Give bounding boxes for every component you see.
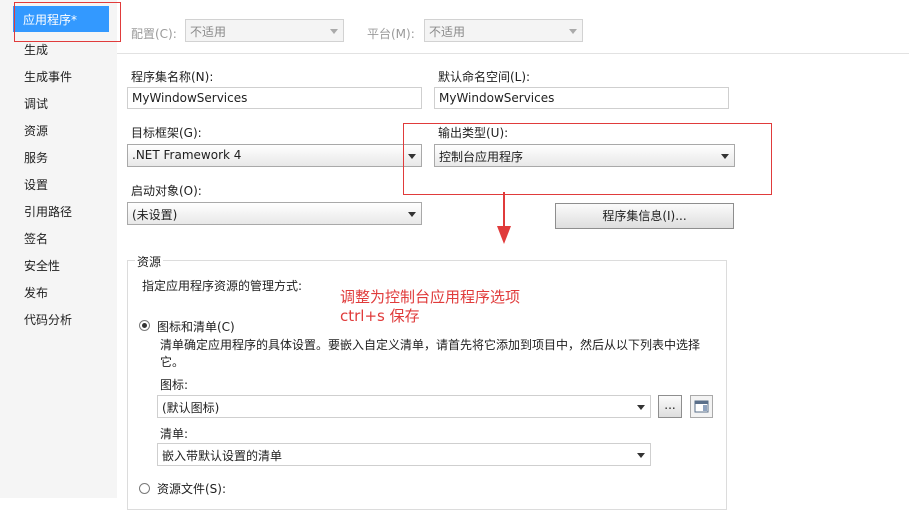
resources-intro: 指定应用程序资源的管理方式: — [142, 279, 303, 293]
manifest-select[interactable]: 嵌入带默认设置的清单 — [157, 443, 651, 466]
chevron-down-icon — [569, 29, 577, 34]
annotation-line-1: 调整为控制台应用程序选项 — [340, 288, 521, 306]
startup-object-value: (未设置) — [132, 208, 178, 222]
sidebar-item-signing[interactable]: 签名 — [24, 230, 48, 247]
default-namespace-label: 默认命名空间(L): — [438, 70, 531, 84]
highlight-box-sidebar — [14, 2, 121, 42]
highlight-box-output-type — [403, 123, 772, 195]
browse-icon-button[interactable]: ... — [658, 395, 682, 418]
icon-manifest-radio[interactable] — [139, 320, 150, 331]
target-framework-label: 目标框架(G): — [131, 126, 202, 140]
toolbar-divider — [117, 53, 909, 54]
sidebar-item-services[interactable]: 服务 — [24, 149, 48, 166]
sidebar-item-debug[interactable]: 调试 — [24, 95, 48, 112]
chevron-down-icon — [637, 453, 645, 458]
icon-select-value: (默认图标) — [162, 401, 220, 415]
platform-select-value: 不适用 — [429, 25, 466, 39]
config-select-value: 不适用 — [190, 25, 227, 39]
sidebar-item-build-events[interactable]: 生成事件 — [24, 68, 72, 85]
resource-file-label: 资源文件(S): — [157, 482, 227, 496]
sidebar-item-code-analysis[interactable]: 代码分析 — [24, 311, 72, 328]
icon-preview[interactable] — [690, 395, 713, 418]
chevron-down-icon — [637, 405, 645, 410]
annotation-line-2: ctrl+s 保存 — [340, 307, 420, 325]
assembly-name-input[interactable]: MyWindowServices — [127, 87, 422, 109]
manifest-select-value: 嵌入带默认设置的清单 — [162, 449, 283, 463]
icon-label: 图标: — [160, 378, 189, 392]
assembly-name-label: 程序集名称(N): — [131, 70, 214, 84]
annotation-arrow-icon — [497, 192, 511, 244]
resource-file-radio[interactable] — [139, 483, 150, 494]
target-framework-select[interactable]: .NET Framework 4 — [127, 144, 422, 167]
sidebar: 应用程序* 生成 生成事件 调试 资源 服务 设置 引用路径 签名 安全性 发布… — [0, 0, 117, 498]
target-framework-value: .NET Framework 4 — [132, 148, 242, 162]
chevron-down-icon — [330, 29, 338, 34]
icon-manifest-label: 图标和清单(C) — [157, 320, 235, 334]
sidebar-item-security[interactable]: 安全性 — [24, 257, 60, 274]
chevron-down-icon — [408, 212, 416, 217]
config-select: 不适用 — [185, 19, 344, 42]
sidebar-item-reference-paths[interactable]: 引用路径 — [24, 203, 72, 220]
sidebar-item-resources[interactable]: 资源 — [24, 122, 48, 139]
default-namespace-input[interactable]: MyWindowServices — [434, 87, 729, 109]
platform-select: 不适用 — [424, 19, 583, 42]
icon-select[interactable]: (默认图标) — [157, 395, 651, 418]
sidebar-item-settings[interactable]: 设置 — [24, 176, 48, 193]
sidebar-item-build[interactable]: 生成 — [24, 41, 48, 58]
resources-group-title: 资源 — [135, 253, 164, 270]
manifest-description: 清单确定应用程序的具体设置。要嵌入自定义清单，请首先将它添加到项目中，然后从以下… — [160, 338, 701, 369]
assembly-info-button[interactable]: 程序集信息(I)... — [555, 203, 734, 229]
platform-label: 平台(M): — [367, 27, 415, 41]
sidebar-item-publish[interactable]: 发布 — [24, 284, 48, 301]
config-label: 配置(C): — [131, 27, 177, 41]
window-icon — [694, 400, 709, 413]
startup-object-select[interactable]: (未设置) — [127, 202, 422, 225]
startup-object-label: 启动对象(O): — [131, 184, 202, 198]
manifest-label: 清单: — [160, 427, 189, 441]
